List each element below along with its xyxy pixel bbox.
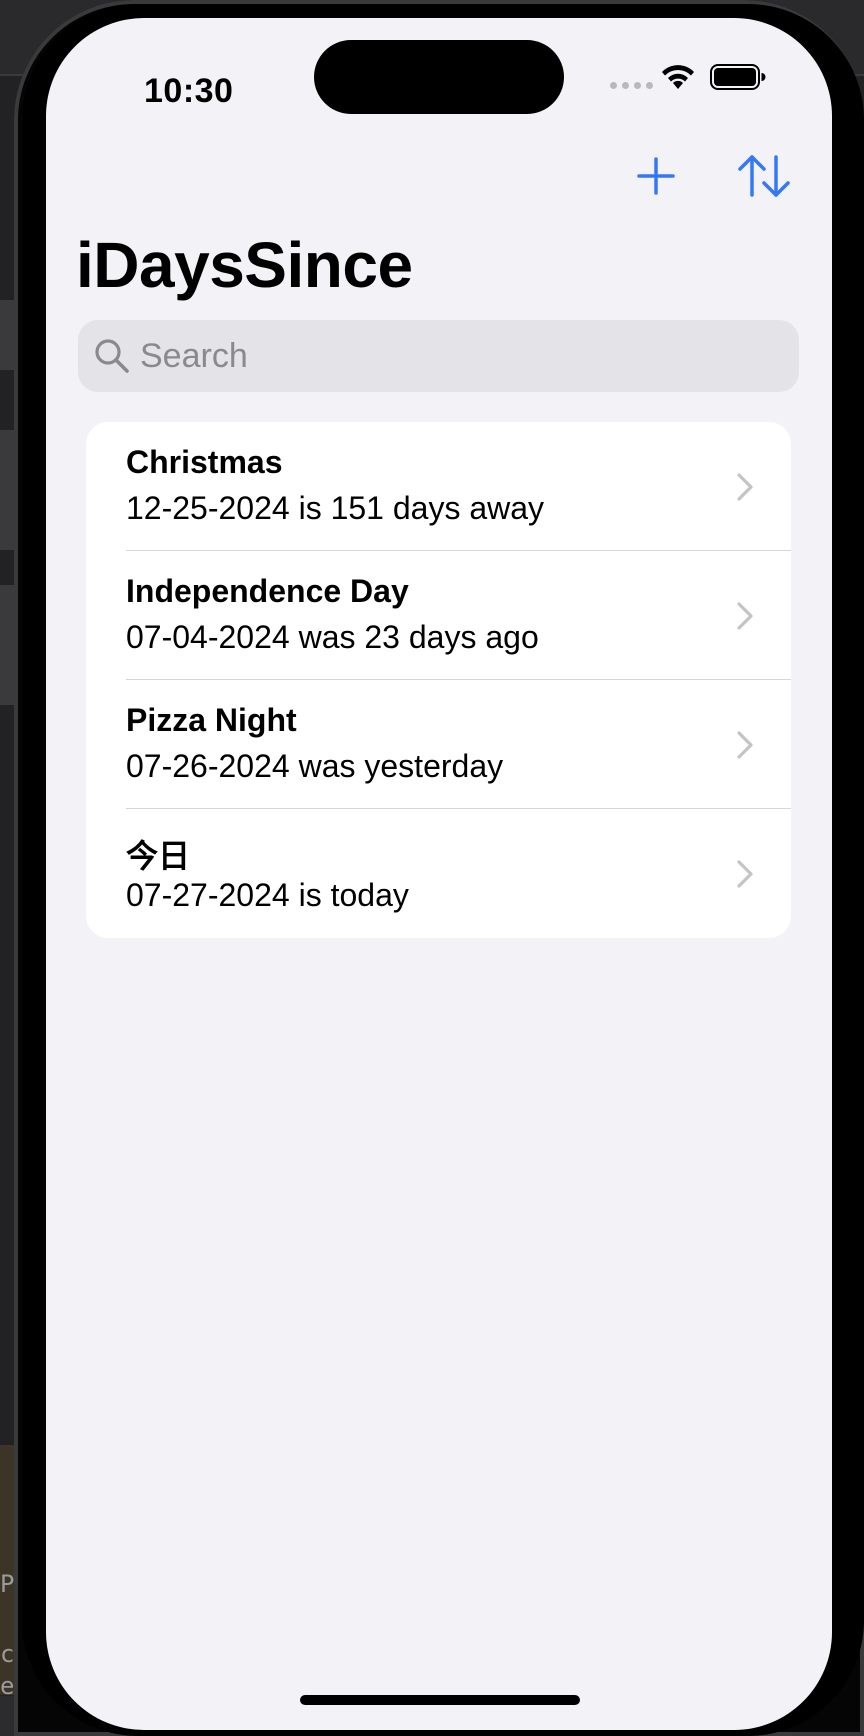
event-subtitle: 07-04-2024 was 23 days ago <box>126 619 539 655</box>
event-row-independence-day[interactable]: Independence Day 07-04-2024 was 23 days … <box>86 551 791 680</box>
chevron-right-icon <box>737 860 753 888</box>
cellular-signal-icon <box>610 82 653 89</box>
home-indicator[interactable] <box>300 1695 580 1705</box>
search-bar[interactable] <box>78 320 799 392</box>
host-panel-fragment <box>0 585 14 705</box>
host-text-fragment: P <box>0 1570 15 1598</box>
event-subtitle: 07-27-2024 is today <box>126 877 409 913</box>
plus-icon <box>637 157 675 195</box>
add-event-button[interactable] <box>626 146 686 206</box>
search-icon <box>92 336 132 376</box>
sort-arrows-icon <box>738 155 790 197</box>
event-row-christmas[interactable]: Christmas 12-25-2024 is 151 days away <box>86 422 791 551</box>
status-time: 10:30 <box>144 72 234 110</box>
chevron-right-icon <box>737 602 753 630</box>
wifi-icon <box>662 65 694 89</box>
sort-button[interactable] <box>734 146 794 206</box>
host-panel-fragment <box>0 430 14 550</box>
event-subtitle: 07-26-2024 was yesterday <box>126 748 504 784</box>
dynamic-island <box>314 40 564 114</box>
chevron-right-icon <box>737 473 753 501</box>
event-row-today[interactable]: 今日 07-27-2024 is today <box>86 809 791 938</box>
search-input[interactable] <box>140 336 799 376</box>
event-row-pizza-night[interactable]: Pizza Night 07-26-2024 was yesterday <box>86 680 791 809</box>
event-title: Christmas <box>126 444 283 480</box>
event-title: Independence Day <box>126 573 409 609</box>
chevron-right-icon <box>737 731 753 759</box>
event-title: Pizza Night <box>126 702 297 738</box>
battery-icon <box>710 64 766 90</box>
host-panel-fragment <box>0 300 14 370</box>
events-list: Christmas 12-25-2024 is 151 days away In… <box>86 422 791 938</box>
app-screen: 10:30 iDaysSince Search Christmas 12-25-… <box>46 18 832 1730</box>
page-title: iDaysSince <box>76 229 413 301</box>
event-subtitle: 12-25-2024 is 151 days away <box>126 490 545 526</box>
event-title: 今日 <box>126 838 191 874</box>
